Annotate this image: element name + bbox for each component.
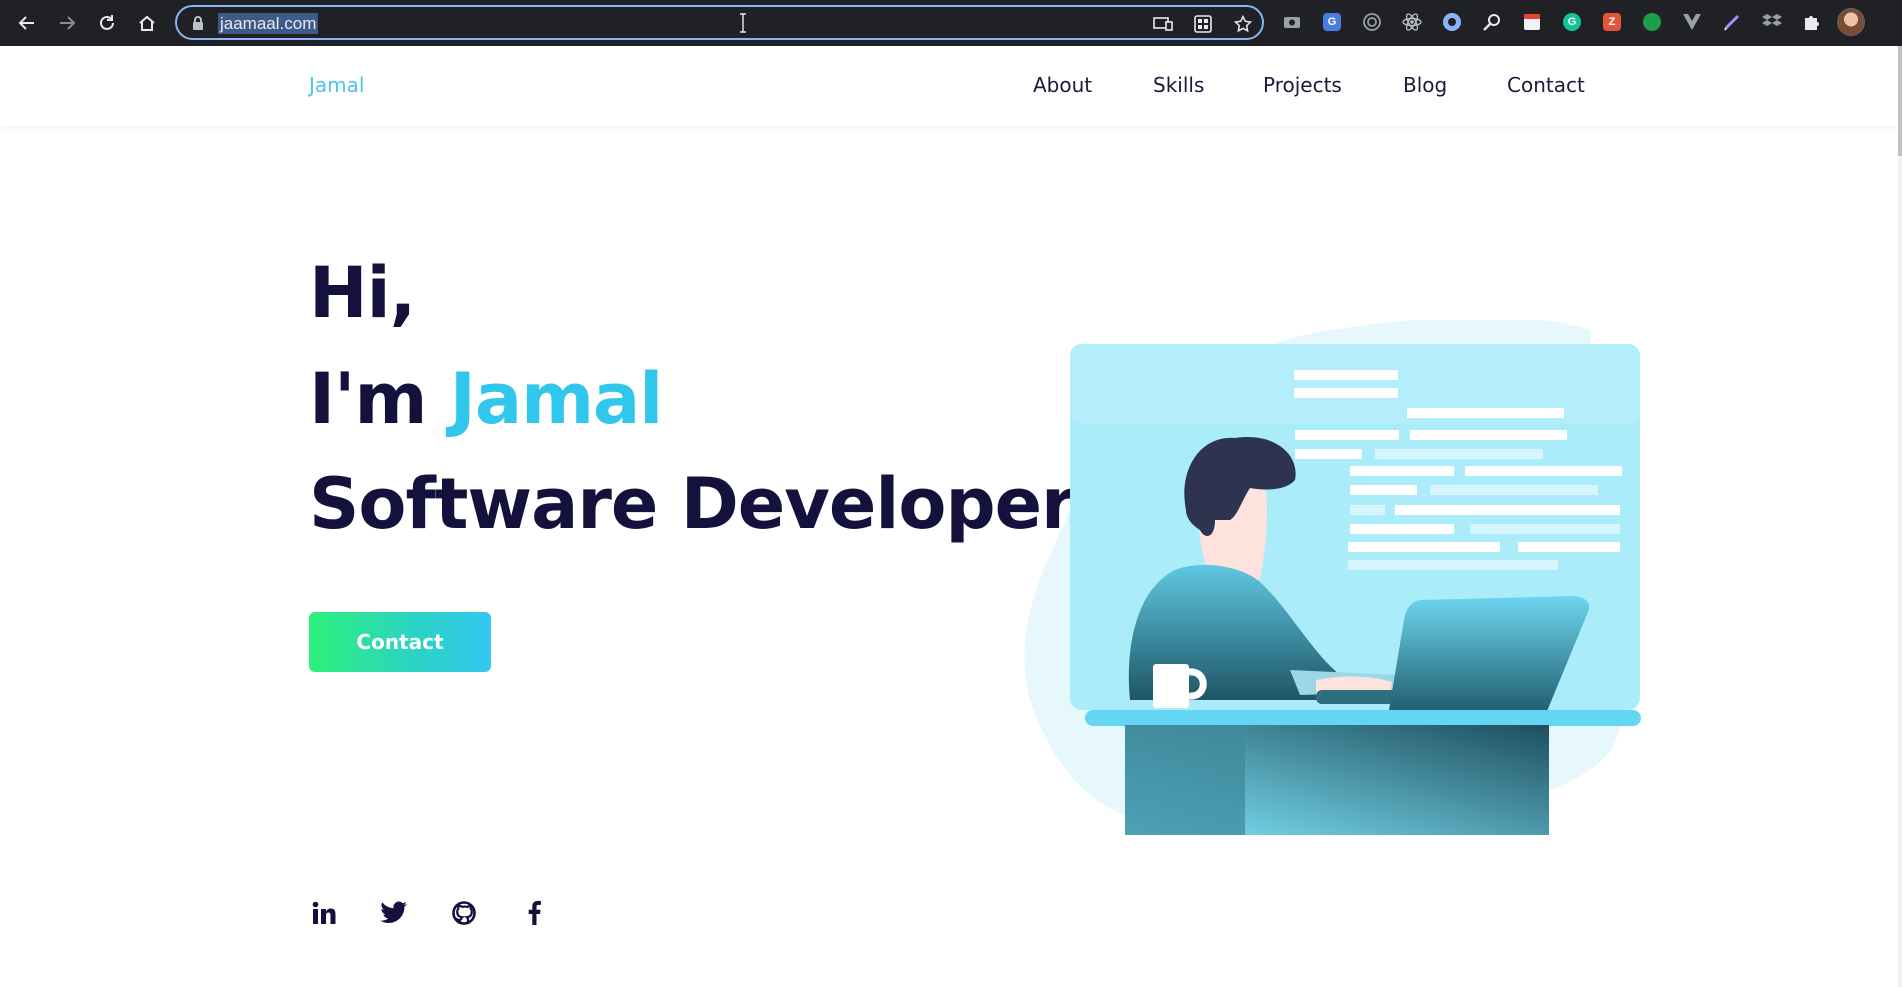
react-devtools-icon[interactable] <box>1400 10 1424 34</box>
forward-icon[interactable] <box>52 8 82 38</box>
twitter-icon[interactable] <box>378 897 410 929</box>
nav-link-projects[interactable]: Projects <box>1263 73 1342 97</box>
text-cursor-icon <box>739 13 747 37</box>
site-header: Jamal About Skills Projects Blog Contact <box>0 46 1898 126</box>
browser-toolbar: jaamaal.com G G Z <box>0 0 1902 46</box>
color-picker-icon[interactable] <box>1720 10 1744 34</box>
green-dot-extension-icon[interactable] <box>1640 10 1664 34</box>
hero-role: Software Developer <box>309 463 1076 545</box>
brand-logo[interactable]: Jamal <box>309 73 364 97</box>
translate-icon[interactable]: G <box>1320 10 1344 34</box>
nav-link-about[interactable]: About <box>1033 73 1092 97</box>
pen-extension-icon[interactable]: Z <box>1600 10 1624 34</box>
hero-intro-prefix: I'm <box>309 358 427 440</box>
facebook-icon[interactable] <box>518 897 550 929</box>
hero-name: Jamal <box>449 358 663 440</box>
reload-icon[interactable] <box>92 8 122 38</box>
calendar-extension-icon[interactable] <box>1520 10 1544 34</box>
grammarly-icon[interactable]: G <box>1560 10 1584 34</box>
linkedin-icon[interactable] <box>308 897 340 929</box>
camera-icon[interactable] <box>1280 10 1304 34</box>
page-scrollbar[interactable] <box>1898 46 1902 987</box>
scrollbar-thumb[interactable] <box>1898 46 1902 156</box>
address-bar[interactable]: jaamaal.com <box>175 5 1264 40</box>
hero-intro: I'm Jamal <box>309 358 663 440</box>
nav-link-skills[interactable]: Skills <box>1153 73 1204 97</box>
contact-button[interactable]: Contact <box>309 612 491 672</box>
github-icon[interactable] <box>448 897 480 929</box>
lock-icon[interactable] <box>191 15 205 35</box>
magnifier-extension-icon[interactable] <box>1480 10 1504 34</box>
target-icon[interactable] <box>1360 10 1384 34</box>
vue-devtools-icon[interactable] <box>1680 10 1704 34</box>
nav-link-blog[interactable]: Blog <box>1403 73 1447 97</box>
bookmark-star-icon[interactable] <box>1232 13 1254 35</box>
desk-top <box>1085 710 1641 726</box>
url-text[interactable]: jaamaal.com <box>218 13 319 34</box>
developer-illustration <box>1024 320 1641 835</box>
nav-link-contact[interactable]: Contact <box>1507 73 1585 97</box>
profile-avatar[interactable] <box>1837 8 1865 36</box>
extensions-puzzle-icon[interactable] <box>1800 10 1824 34</box>
cast-icon[interactable] <box>1152 13 1174 35</box>
home-icon[interactable] <box>132 8 162 38</box>
back-icon[interactable] <box>12 8 42 38</box>
dropbox-icon[interactable] <box>1760 10 1784 34</box>
hero-greeting: Hi, <box>309 252 416 334</box>
circle-extension-icon[interactable] <box>1440 10 1464 34</box>
qr-code-icon[interactable] <box>1192 13 1214 35</box>
